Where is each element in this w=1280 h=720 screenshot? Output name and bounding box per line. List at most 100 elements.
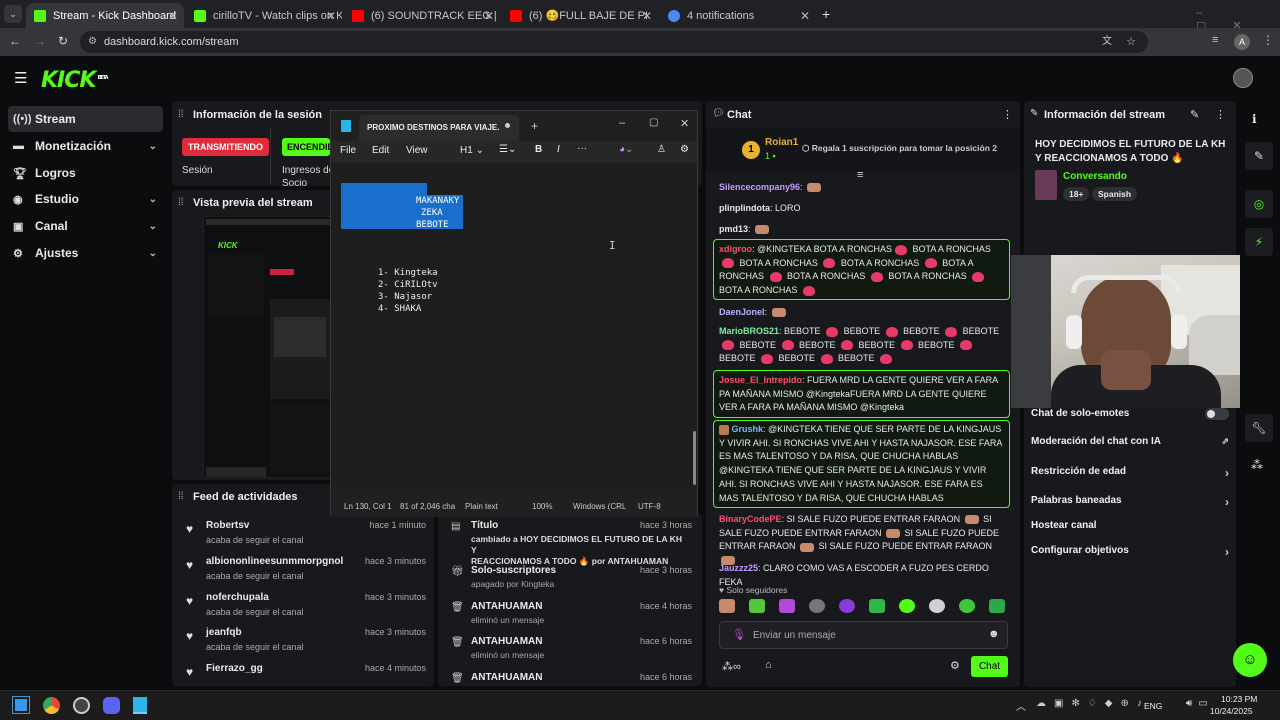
translate-icon[interactable]: 文 <box>1102 31 1112 53</box>
close-icon[interactable]: ✕ <box>484 9 494 23</box>
stream-preview-video[interactable]: KICK <box>203 216 333 478</box>
menu-view[interactable]: View <box>406 145 428 156</box>
sidebar-item-ajustes[interactable]: ⚙ Ajustes ⌄ <box>8 240 163 266</box>
notepad-taskbar-icon[interactable] <box>133 697 147 714</box>
pencil-icon[interactable]: ✎ <box>1245 142 1273 170</box>
zoom-level[interactable]: 100% <box>532 502 552 511</box>
browser-tab-4[interactable]: (6) 🥴FULL BAJE DE PEPA🥴 KI ✕ <box>502 3 658 28</box>
notepad-titlebar[interactable]: PROXIMO DESTINOS PARA VIAJE. + – ▢ ✕ <box>331 111 697 141</box>
extensions-icon[interactable]: ≡ <box>1212 34 1218 46</box>
browser-tab-1[interactable]: Stream - Kick Dashboard ✕ <box>26 3 184 28</box>
scrollbar[interactable] <box>693 431 696 485</box>
follower-name[interactable]: albiononlineesunmmorpgnol <box>206 556 343 567</box>
clock-time[interactable]: 10:23 PM <box>1221 694 1257 704</box>
close-icon[interactable]: ✕ <box>800 9 810 23</box>
forward-icon[interactable]: → <box>34 34 46 48</box>
chat-input[interactable]: 🎙︎ Enviar un mensaje ☻ <box>719 621 1008 649</box>
category-name[interactable]: Conversando <box>1063 171 1127 182</box>
apps-icon[interactable]: ⁂ <box>1251 458 1263 472</box>
line-ending[interactable]: Windows (CRL <box>573 502 626 511</box>
user-avatar[interactable] <box>1233 68 1253 88</box>
follower-name[interactable]: Robertsv <box>206 520 249 531</box>
close-icon[interactable]: ✕ <box>326 9 336 23</box>
follower-name[interactable]: jeanfqb <box>206 627 242 638</box>
sidebar-item-logros[interactable]: 🏆︎ Logros <box>8 160 163 186</box>
send-chat-button[interactable]: Chat <box>971 656 1008 677</box>
bookmark-star-icon[interactable]: ☆ <box>1126 31 1136 53</box>
site-info-icon[interactable]: ⚙ <box>88 31 97 53</box>
settings-icon[interactable]: ⚙ <box>680 144 689 155</box>
info-menu-icon[interactable]: ⋮ <box>1215 108 1226 121</box>
maximize-icon[interactable]: ▢ <box>649 117 658 128</box>
encoding[interactable]: UTF-8 <box>638 502 661 511</box>
sidebar-item-canal[interactable]: ▣ Canal ⌄ <box>8 213 163 239</box>
menu-edit[interactable]: Edit <box>372 145 389 156</box>
new-tab-button[interactable]: + <box>531 119 538 133</box>
more-icon[interactable]: ··· <box>577 143 587 154</box>
wrench-icon[interactable]: 🔧︎ <box>1245 414 1273 442</box>
category-thumbnail[interactable] <box>1035 170 1057 200</box>
chat-menu-icon[interactable]: ⋮ <box>1002 108 1013 121</box>
info-icon[interactable]: ℹ <box>1252 112 1257 126</box>
setting-host-channel[interactable]: Hostear canal <box>1031 520 1229 531</box>
close-icon[interactable]: ✕ <box>642 9 652 23</box>
tab-list-button[interactable]: ⌄ <box>4 5 22 23</box>
reload-icon[interactable]: ↻ <box>58 34 68 48</box>
follower-name[interactable]: Fierrazo_gg <box>206 663 263 674</box>
minimize-icon[interactable]: – <box>619 117 625 129</box>
format-label[interactable]: Plain text <box>465 502 498 511</box>
kick-logo[interactable]: KICK BETA <box>41 68 109 93</box>
points-icon[interactable]: ⁂∞ <box>722 660 741 673</box>
toggle-switch[interactable] <box>1205 408 1229 420</box>
browser-tab-3[interactable]: (6) SOUNDTRACK EEG | TROMP ✕ <box>344 3 500 28</box>
setting-banned-words[interactable]: Palabras baneadas › <box>1031 495 1229 509</box>
windows-start-icon[interactable] <box>12 696 30 714</box>
tray-icons[interactable]: ☁▣✻♢◆⊕♪ <box>1036 698 1150 709</box>
emoji-icon[interactable]: ☻ <box>988 628 1000 640</box>
copilot-icon[interactable]: ◕⌄ <box>619 144 633 155</box>
camera-icon[interactable]: ◎ <box>1245 190 1273 218</box>
setting-emote-only[interactable]: Chat de solo-emotes <box>1031 408 1229 420</box>
sidebar-item-monetizacion[interactable]: ▬ Monetización ⌄ <box>8 133 163 159</box>
chrome-icon[interactable] <box>43 697 60 714</box>
account-icon[interactable]: ♙ <box>657 144 666 155</box>
browser-tab-2[interactable]: cirilloTV - Watch clips on Kick ✕ <box>186 3 342 28</box>
url-field[interactable]: ⚙ dashboard.kick.com/stream 文 ☆ <box>80 31 1148 53</box>
bold-icon[interactable]: B <box>535 144 542 155</box>
heading-dropdown[interactable]: H1 ⌄ <box>460 145 484 156</box>
menu-file[interactable]: File <box>340 145 356 156</box>
setting-goals[interactable]: Configurar objetivos › <box>1031 545 1229 559</box>
italic-icon[interactable]: I <box>557 144 560 155</box>
emote-bar[interactable] <box>719 599 1009 617</box>
close-icon[interactable]: ✕ <box>168 9 178 23</box>
sidebar-item-stream[interactable]: ((•)) Stream <box>8 106 163 132</box>
tray-chevron-icon[interactable]: ︿ <box>1016 698 1026 713</box>
browser-tab-5[interactable]: 4 notifications ✕ <box>660 3 816 28</box>
discord-icon[interactable] <box>103 697 120 714</box>
new-tab-button[interactable]: + <box>822 6 830 22</box>
edit-icon[interactable]: ✎ <box>1190 108 1199 121</box>
hamburger-menu-icon[interactable]: ☰ <box>14 69 27 87</box>
dots-icon[interactable]: ⁞⁞ <box>178 197 184 208</box>
gift-prompt[interactable]: ⬡ Regala 1 suscripción para tomar la pos… <box>802 143 997 154</box>
sidebar-item-estudio[interactable]: ◉ Estudio ⌄ <box>8 186 163 212</box>
language-indicator[interactable]: ENG <box>1144 701 1162 711</box>
profile-avatar[interactable]: A <box>1234 34 1250 50</box>
browser-menu-icon[interactable]: ⋮ <box>1262 33 1274 47</box>
microphone-icon[interactable]: 🎙︎ <box>732 628 746 641</box>
store-icon[interactable]: ⌂ <box>765 659 772 671</box>
dots-icon[interactable]: ⁞⁞ <box>178 109 184 120</box>
back-icon[interactable]: ← <box>9 34 21 48</box>
top-gifter-name[interactable]: Roian1 <box>765 137 798 148</box>
clock-date[interactable]: 10/24/2025 <box>1210 706 1253 716</box>
chat-settings-icon[interactable]: ⚙ <box>950 659 960 672</box>
close-icon[interactable]: ✕ <box>680 117 689 130</box>
dots-icon[interactable]: ⁞⁞ <box>178 491 184 502</box>
support-chat-button[interactable]: ☺ <box>1233 643 1267 677</box>
setting-age-restriction[interactable]: Restricción de edad › <box>1031 466 1229 480</box>
list-icon[interactable]: ☰⌄ <box>499 144 516 155</box>
obs-icon[interactable] <box>73 697 90 714</box>
notepad-editor[interactable]: MAKANAKY ZEKA BEBOTE 1- Kingteka 2- CiRI… <box>331 163 697 491</box>
follower-name[interactable]: noferchupala <box>206 592 269 603</box>
lightning-icon[interactable]: ⚡︎ <box>1245 228 1273 256</box>
